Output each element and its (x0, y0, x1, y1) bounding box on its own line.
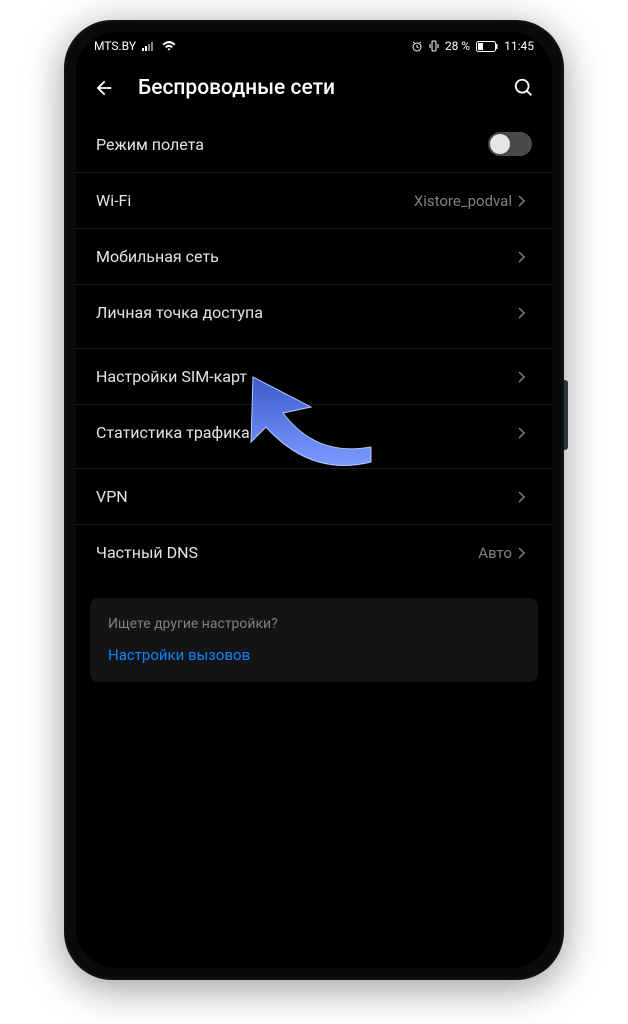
row-hotspot[interactable]: Личная точка доступа (76, 284, 552, 340)
search-button[interactable] (510, 74, 538, 102)
page-title: Беспроводные сети (138, 76, 490, 100)
help-link-call-settings[interactable]: Настройки вызовов (108, 646, 520, 664)
chevron-right-icon (518, 370, 532, 384)
help-title: Ищете другие настройки? (108, 616, 520, 632)
back-button[interactable] (90, 74, 118, 102)
row-label: Настройки SIM-карт (96, 367, 518, 386)
alarm-icon (411, 40, 423, 52)
row-label: Статистика трафика (96, 423, 518, 442)
row-sim-settings[interactable]: Настройки SIM-карт (76, 348, 552, 404)
row-vpn[interactable]: VPN (76, 468, 552, 524)
section-divider (76, 460, 552, 468)
app-header: Беспроводные сети (76, 60, 552, 116)
chevron-right-icon (518, 306, 532, 320)
row-label: Частный DNS (96, 543, 478, 562)
chevron-right-icon (518, 426, 532, 440)
chevron-right-icon (518, 250, 532, 264)
row-private-dns[interactable]: Частный DNS Авто (76, 524, 552, 580)
phone-frame: MTS.BY 28 % 11:45 (64, 20, 564, 980)
row-label: Мобильная сеть (96, 247, 518, 266)
chevron-right-icon (518, 490, 532, 504)
row-traffic-stats[interactable]: Статистика трафика (76, 404, 552, 460)
search-icon (513, 77, 535, 99)
back-arrow-icon (93, 77, 115, 99)
carrier-label: MTS.BY (94, 39, 136, 53)
battery-icon (476, 41, 498, 52)
section-divider (76, 340, 552, 348)
row-value: Xistore_podval (414, 192, 512, 210)
toggle-knob (490, 134, 510, 154)
row-value: Авто (478, 544, 512, 562)
row-label: VPN (96, 487, 518, 506)
wifi-icon (162, 41, 176, 52)
row-label: Личная точка доступа (96, 303, 518, 322)
row-label: Режим полета (96, 135, 488, 154)
row-mobile-network[interactable]: Мобильная сеть (76, 228, 552, 284)
vibrate-icon (429, 40, 439, 52)
airplane-toggle[interactable] (488, 132, 532, 156)
signal-icon (142, 41, 156, 51)
row-airplane-mode[interactable]: Режим полета (76, 116, 552, 172)
chevron-right-icon (518, 546, 532, 560)
row-label: Wi-Fi (96, 191, 414, 210)
help-card: Ищете другие настройки? Настройки вызово… (90, 598, 538, 682)
time-label: 11:45 (504, 39, 534, 53)
battery-text: 28 % (445, 39, 470, 53)
settings-list: Режим полета Wi-Fi Xistore_podval Мобиль… (76, 116, 552, 700)
phone-screen: MTS.BY 28 % 11:45 (76, 32, 552, 968)
row-wifi[interactable]: Wi-Fi Xistore_podval (76, 172, 552, 228)
chevron-right-icon (518, 194, 532, 208)
phone-power-button (564, 380, 568, 450)
